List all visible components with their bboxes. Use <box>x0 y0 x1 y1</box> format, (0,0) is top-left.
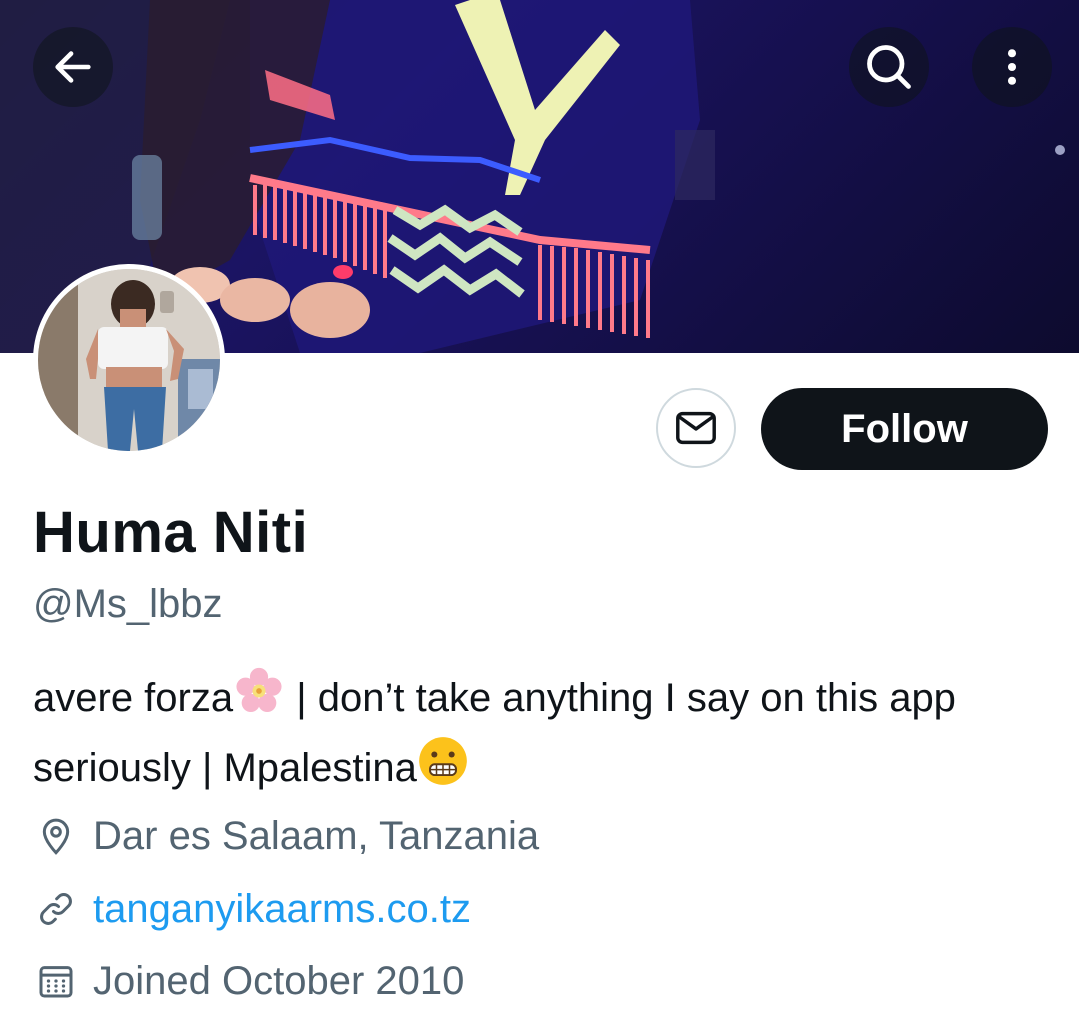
profile-website[interactable]: tanganyikaarms.co.tz <box>33 886 471 932</box>
mail-icon <box>676 411 716 445</box>
follow-button[interactable]: Follow <box>761 388 1048 470</box>
more-options-button[interactable] <box>972 27 1052 107</box>
more-vertical-icon <box>1007 49 1017 85</box>
link-icon <box>33 886 79 932</box>
cherry-blossom-icon <box>233 665 285 735</box>
search-button[interactable] <box>849 27 929 107</box>
location-text: Dar es Salaam, Tanzania <box>93 813 540 858</box>
profile-joined-date: Joined October 2010 <box>33 958 464 1004</box>
username-handle: @Ms_lbbz <box>33 582 223 626</box>
grimacing-face-icon <box>417 735 469 805</box>
avatar-image <box>38 269 220 451</box>
profile-bio: avere forza | don’t take anything I say … <box>33 665 1043 805</box>
joined-text: Joined October 2010 <box>93 958 465 1003</box>
arrow-left-icon <box>55 51 91 83</box>
website-link[interactable]: tanganyikaarms.co.tz <box>93 887 471 932</box>
profile-location: Dar es Salaam, Tanzania <box>33 813 539 859</box>
search-icon <box>867 45 911 89</box>
display-name: Huma Niti <box>33 500 309 565</box>
avatar[interactable] <box>33 264 225 456</box>
message-button[interactable] <box>656 388 736 468</box>
location-pin-icon <box>33 813 79 859</box>
back-button[interactable] <box>33 27 113 107</box>
bio-text-1: avere forza <box>33 676 234 720</box>
calendar-icon <box>33 958 79 1004</box>
